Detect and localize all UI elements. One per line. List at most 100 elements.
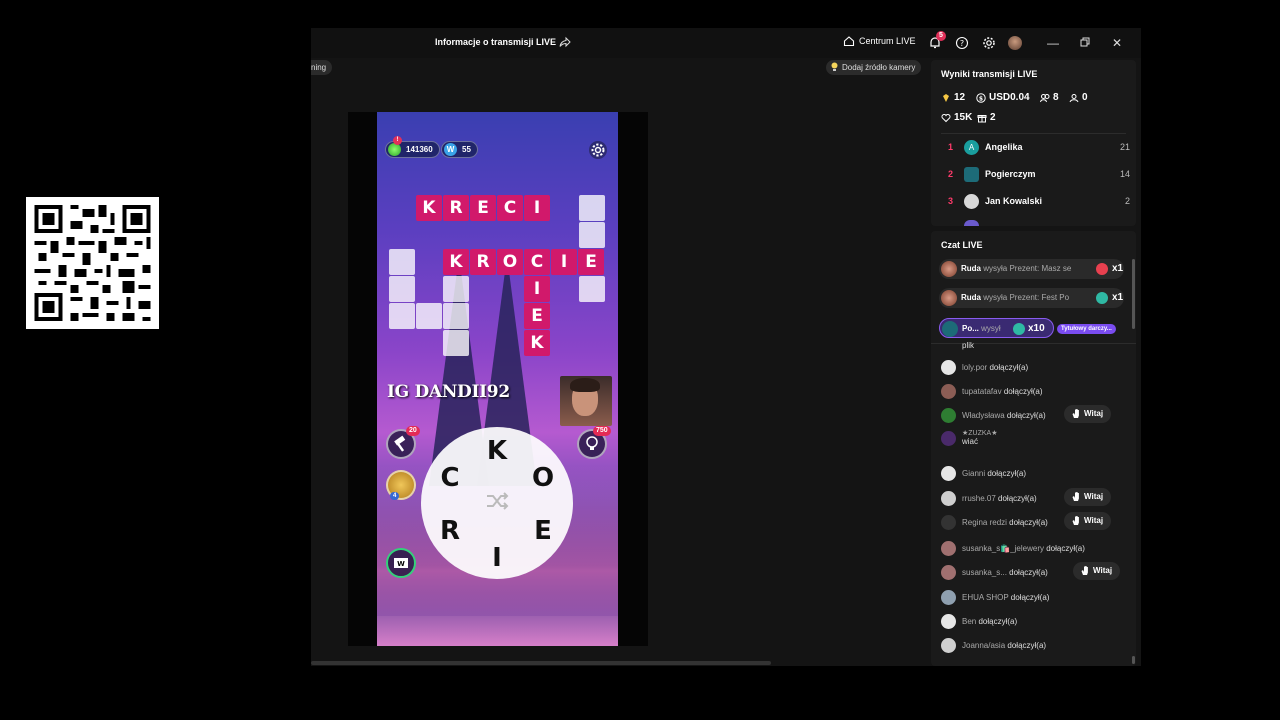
minimize-icon[interactable]: — — [1046, 36, 1060, 50]
settings-button[interactable] — [982, 36, 996, 50]
chat-scrollbar-bottom[interactable] — [1132, 656, 1135, 664]
close-icon[interactable]: ✕ — [1110, 36, 1124, 50]
chat-username[interactable]: Władysława — [962, 411, 1005, 420]
crossword-empty-tile — [443, 330, 469, 356]
add-camera-label: Dodaj źródło kamery — [842, 63, 916, 72]
webcam-overlay — [560, 376, 612, 426]
crossword-empty-tile — [443, 303, 469, 329]
avatar — [941, 491, 956, 506]
chat-username[interactable]: tupatatafav — [962, 387, 1002, 396]
help-button[interactable]: ? — [955, 36, 969, 50]
chat-text: dołączył(a) — [987, 469, 1027, 478]
home-icon — [843, 36, 855, 47]
bulb-icon — [831, 62, 838, 71]
shuffle-icon[interactable] — [483, 487, 511, 515]
chat-title: Czat LIVE — [941, 240, 983, 250]
chat-username[interactable]: rrushe.07 — [962, 494, 996, 503]
crossword-letter-tile: I — [524, 195, 550, 221]
chat-username[interactable]: Regina redzi — [962, 518, 1007, 527]
diamond-icon — [943, 93, 949, 102]
chat-username[interactable]: ★ZUZKA★ — [962, 429, 998, 437]
chat-text: dołączył(a) — [1010, 593, 1050, 602]
avatar — [941, 431, 956, 446]
left-status-pill[interactable]: ning — [311, 60, 333, 75]
chat-username[interactable]: susanka_s... — [962, 568, 1007, 577]
chat-text: dołączył(a) — [1003, 387, 1043, 396]
avatar — [941, 384, 956, 399]
followers-stat: 0 — [1069, 92, 1088, 103]
daily-gift-button[interactable]: 4 — [386, 470, 416, 500]
witaj-button[interactable]: Witaj — [1064, 512, 1112, 530]
live-results-panel: Wyniki transmisji LIVE 12 $ USD0.04 8 0 … — [931, 60, 1136, 226]
earnings-stat: $ USD0.04 — [976, 92, 1030, 103]
avatar — [941, 290, 957, 306]
chat-text: dołączył(a) — [998, 494, 1037, 503]
gift-icon — [1096, 263, 1108, 275]
chat-text: wiać — [962, 437, 979, 446]
centrum-live-button[interactable]: Centrum LIVE — [843, 35, 916, 47]
chat-username[interactable]: susanka_s🛍️_jelewery — [962, 544, 1044, 553]
wave-hand-icon — [1072, 516, 1079, 525]
crossword-letter-tile: K — [524, 330, 550, 356]
svg-text:W: W — [397, 560, 405, 568]
gift-message[interactable]: Ruda wysyła Prezent: Masz se x1 — [939, 259, 1124, 279]
gift-message[interactable]: Ruda wysyła Prezent: Fest Po x1 — [939, 288, 1124, 308]
w-points-counter[interactable]: W 55 — [441, 141, 478, 158]
chat-username[interactable]: EHUA SHOP — [962, 593, 1009, 602]
notification-button[interactable]: 5 — [928, 31, 946, 50]
game-settings-button[interactable] — [589, 141, 607, 159]
witaj-button[interactable]: Witaj — [1064, 405, 1112, 423]
notification-badge: 5 — [936, 31, 946, 41]
ranking-row[interactable]: 2 Pogierczym 14 — [941, 167, 1130, 183]
centrum-live-label: Centrum LIVE — [859, 36, 916, 46]
qr-code — [26, 197, 159, 329]
video-preview: 141360 ! W 55 KRECIKROCIEIEK IG DANDII92… — [348, 112, 648, 646]
ranking-row[interactable]: 3 Jan Kowalski 2 — [941, 194, 1130, 210]
hammer-button[interactable]: 20 — [386, 426, 420, 459]
gift-message[interactable]: Po... wysył x10 — [939, 318, 1054, 338]
chat-scrollbar[interactable] — [1132, 259, 1135, 329]
add-user-icon — [1069, 93, 1079, 102]
chat-username[interactable]: Gianni — [962, 469, 985, 478]
gifts-stat: 2 — [977, 112, 996, 123]
chat-username[interactable]: Joanna/asia — [962, 641, 1005, 650]
wheel-letter[interactable]: K — [482, 436, 512, 466]
restore-icon[interactable] — [1078, 36, 1092, 50]
hint-button[interactable]: 750 — [577, 426, 611, 459]
top-gifter-badge: Tytułowy darczy... — [1057, 324, 1116, 334]
wheel-letter[interactable]: R — [435, 516, 465, 546]
wheel-letter[interactable]: C — [435, 463, 465, 493]
crossword-letter-tile: I — [524, 276, 550, 302]
wheel-letter[interactable]: O — [528, 463, 558, 493]
share-icon[interactable] — [559, 36, 571, 48]
chat-username[interactable]: loly.por — [962, 363, 987, 372]
avatar[interactable] — [1008, 36, 1022, 50]
crossword-letter-tile: O — [497, 249, 523, 275]
chat-text: plik — [962, 341, 975, 350]
w-book-icon: W — [394, 558, 408, 568]
crossword-letter-tile: C — [497, 195, 523, 221]
w-mode-button[interactable]: W — [386, 548, 416, 578]
witaj-button[interactable]: Witaj — [1073, 562, 1121, 580]
letter-wheel[interactable]: K O E I R C — [421, 427, 573, 579]
crossword-letter-tile: E — [524, 303, 550, 329]
chat-username[interactable]: Ben — [962, 617, 976, 626]
results-title: Wyniki transmisji LIVE — [941, 69, 1038, 79]
live-studio-window: Informacje o transmisji LIVE Centrum LIV… — [311, 28, 1141, 666]
avatar — [941, 466, 956, 481]
streamer-watermark: IG DANDII92 — [387, 382, 510, 402]
wheel-letter[interactable]: I — [482, 543, 512, 573]
horizontal-scrollbar[interactable] — [311, 661, 771, 665]
chat-text: dołączył(a) — [1046, 544, 1085, 553]
avatar: A — [964, 140, 979, 155]
ranking-row[interactable]: 1 A Angelika 21 — [941, 140, 1130, 156]
dollar-icon: $ — [976, 92, 986, 103]
avatar — [964, 167, 979, 182]
wheel-letter[interactable]: E — [528, 516, 558, 546]
witaj-button[interactable]: Witaj — [1064, 488, 1112, 506]
chat-text: dołączył(a) — [1009, 568, 1048, 577]
add-camera-button[interactable]: Dodaj źródło kamery — [826, 60, 922, 75]
crossword-letter-tile: K — [416, 195, 442, 221]
viewers-stat: 8 — [1040, 92, 1059, 103]
help-icon: ? — [955, 36, 969, 50]
